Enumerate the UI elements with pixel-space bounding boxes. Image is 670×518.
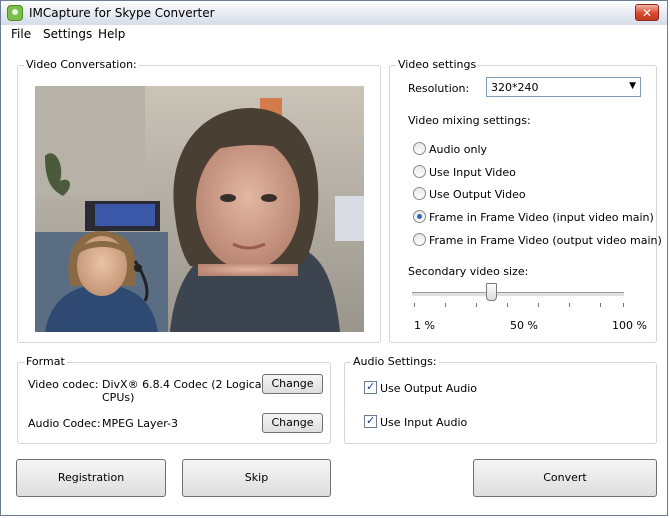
audio-codec-label: Audio Codec: <box>28 417 101 430</box>
use-input-audio-label: Use Input Audio <box>380 416 468 429</box>
window-title: IMCapture for Skype Converter <box>29 6 215 20</box>
slider-tick <box>600 303 601 307</box>
secondary-size-slider-track[interactable] <box>412 292 624 297</box>
slider-label-max: 100 % <box>612 319 647 332</box>
skip-button-label: Skip <box>244 471 269 484</box>
use-output-audio-checkbox[interactable] <box>364 380 377 394</box>
radio-use-input-video[interactable] <box>413 165 426 178</box>
registration-button-label: Registration <box>57 471 125 484</box>
slider-tick <box>414 303 415 307</box>
resolution-label: Resolution: <box>408 82 470 95</box>
video-frame-image <box>35 86 364 332</box>
video-mixing-label: Video mixing settings: <box>408 114 531 127</box>
resolution-value: 320*240 <box>491 81 539 94</box>
change-video-codec-button[interactable]: Change <box>262 374 323 394</box>
radio-use-input-video-label: Use Input Video <box>429 166 516 179</box>
video-settings-group: Video settings <box>389 58 657 343</box>
menu-help[interactable]: Help <box>98 27 125 41</box>
app-window: IMCapture for Skype Converter ✕ File Set… <box>0 0 668 516</box>
secondary-size-label: Secondary video size: <box>408 265 529 278</box>
change-audio-codec-label: Change <box>271 416 314 429</box>
close-button[interactable]: ✕ <box>635 4 659 21</box>
use-input-audio-checkbox[interactable] <box>364 414 377 428</box>
radio-frame-input-main-label: Frame in Frame Video (input video main) <box>429 211 654 224</box>
title-bar: IMCapture for Skype Converter ✕ <box>1 1 667 26</box>
slider-tick <box>623 303 624 307</box>
secondary-size-slider-thumb[interactable] <box>486 283 497 301</box>
radio-audio-only[interactable] <box>413 142 426 155</box>
video-codec-value-line2: CPUs) <box>102 391 135 404</box>
dropdown-arrow-icon: ▼ <box>629 81 636 91</box>
registration-button[interactable]: Registration <box>16 459 166 497</box>
audio-codec-value: MPEG Layer-3 <box>102 417 179 430</box>
radio-frame-output-main-label: Frame in Frame Video (output video main) <box>429 234 662 247</box>
slider-tick <box>476 303 477 307</box>
slider-label-min: 1 % <box>414 319 435 332</box>
menu-bar: File Settings Help <box>1 25 667 44</box>
video-conversation-legend: Video Conversation: <box>24 58 139 71</box>
video-settings-legend: Video settings <box>396 58 479 71</box>
skip-button[interactable]: Skip <box>182 459 331 497</box>
slider-label-mid: 50 % <box>510 319 538 332</box>
slider-tick <box>538 303 539 307</box>
radio-use-output-video-label: Use Output Video <box>429 188 526 201</box>
slider-tick <box>507 303 508 307</box>
change-audio-codec-button[interactable]: Change <box>262 413 323 433</box>
format-legend: Format <box>24 355 67 368</box>
menu-settings[interactable]: Settings <box>43 27 92 41</box>
audio-settings-legend: Audio Settings: <box>351 355 439 368</box>
resolution-select[interactable]: 320*240 ▼ <box>486 77 641 97</box>
radio-audio-only-label: Audio only <box>429 143 488 156</box>
radio-frame-input-main[interactable] <box>413 210 426 223</box>
video-codec-label: Video codec: <box>28 378 99 391</box>
convert-button-label: Convert <box>543 471 587 484</box>
slider-tick <box>445 303 446 307</box>
slider-tick <box>569 303 570 307</box>
video-preview <box>35 86 364 332</box>
radio-frame-output-main[interactable] <box>413 233 426 246</box>
convert-button[interactable]: Convert <box>473 459 657 497</box>
change-video-codec-label: Change <box>271 377 314 390</box>
audio-settings-group: Audio Settings: <box>344 355 657 444</box>
menu-file[interactable]: File <box>11 27 31 41</box>
radio-use-output-video[interactable] <box>413 187 426 200</box>
app-logo-icon <box>7 5 23 21</box>
use-output-audio-label: Use Output Audio <box>380 382 478 395</box>
video-codec-value-line1: DivX® 6.8.4 Codec (2 Logical <box>102 378 265 391</box>
